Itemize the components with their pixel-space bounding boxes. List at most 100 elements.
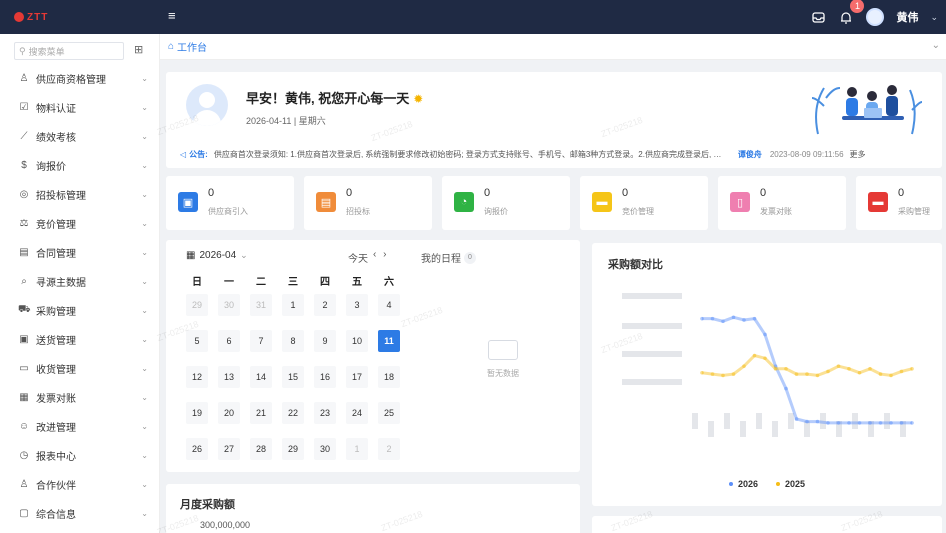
- data-point[interactable]: [857, 370, 862, 375]
- menu-icon[interactable]: ≡: [168, 9, 182, 23]
- calendar-day[interactable]: 25: [378, 402, 400, 424]
- calendar-day[interactable]: 7: [250, 330, 272, 352]
- calendar-day[interactable]: 17: [346, 366, 368, 388]
- sidebar-item[interactable]: ▣ 送货管理 ⌄: [0, 325, 160, 354]
- calendar-day[interactable]: 2: [314, 294, 336, 316]
- calendar-day[interactable]: 18: [378, 366, 400, 388]
- calendar-day[interactable]: 9: [314, 330, 336, 352]
- data-point[interactable]: [805, 372, 809, 376]
- data-point[interactable]: [889, 421, 893, 425]
- calendar-day[interactable]: 2: [378, 438, 400, 460]
- calendar-day[interactable]: 14: [250, 366, 272, 388]
- stat-tile[interactable]: ▯ 0 发票对账: [718, 176, 846, 230]
- data-point[interactable]: [847, 367, 851, 371]
- data-point[interactable]: [847, 421, 851, 425]
- calendar-day[interactable]: 21: [250, 402, 272, 424]
- data-point[interactable]: [794, 372, 799, 376]
- stat-tile[interactable]: ▤ 0 招投标: [304, 176, 432, 230]
- my-schedule[interactable]: 我的日程 0: [421, 250, 476, 265]
- calendar-day[interactable]: 6: [218, 330, 240, 352]
- tab-workbench[interactable]: ⌂ 工作台: [168, 39, 207, 54]
- calendar-day[interactable]: 26: [186, 438, 208, 460]
- data-point[interactable]: [889, 373, 893, 378]
- calendar-day[interactable]: 3: [346, 294, 368, 316]
- data-point[interactable]: [731, 315, 736, 320]
- stat-tile[interactable]: ▬ 0 竞价管理: [580, 176, 708, 230]
- calendar-day[interactable]: 1: [346, 438, 368, 460]
- today-button[interactable]: 今天: [348, 250, 368, 265]
- notice-text[interactable]: 供应商首次登录须知: 1.供应商首次登录后, 系统强制要求修改初始密码; 登录方…: [214, 149, 726, 160]
- grid-icon[interactable]: ⊞: [134, 43, 143, 56]
- sidebar-item[interactable]: ♙ 供应商资格管理 ⌄: [0, 64, 160, 93]
- sidebar-item[interactable]: ⛟ 采购管理 ⌄: [0, 296, 160, 325]
- legend-item[interactable]: 2025: [776, 479, 805, 489]
- search-input[interactable]: ⚲ 搜索菜单: [14, 42, 124, 60]
- calendar-day[interactable]: 29: [282, 438, 304, 460]
- next-month-icon[interactable]: ›: [383, 249, 386, 260]
- calendar-day[interactable]: 30: [314, 438, 336, 460]
- data-point[interactable]: [868, 421, 872, 425]
- calendar-day[interactable]: 10: [346, 330, 368, 352]
- calendar-day[interactable]: 31: [250, 294, 272, 316]
- data-point[interactable]: [721, 373, 725, 378]
- data-point[interactable]: [742, 318, 746, 322]
- calendar-day[interactable]: 16: [314, 366, 336, 388]
- calendar-day[interactable]: 12: [186, 366, 208, 388]
- calendar-day[interactable]: 8: [282, 330, 304, 352]
- data-point[interactable]: [784, 386, 788, 391]
- calendar-day[interactable]: 15: [282, 366, 304, 388]
- data-point[interactable]: [878, 372, 883, 376]
- chevron-down-icon[interactable]: ⌄: [930, 12, 938, 23]
- calendar-day[interactable]: 4: [378, 294, 400, 316]
- stat-tile[interactable]: ◔ 0 询报价: [442, 176, 570, 230]
- data-point[interactable]: [752, 316, 757, 321]
- data-point[interactable]: [794, 417, 799, 421]
- data-point[interactable]: [700, 370, 704, 375]
- sidebar-item[interactable]: ☺ 改进管理 ⌄: [0, 412, 160, 441]
- data-point[interactable]: [805, 419, 809, 424]
- data-point[interactable]: [773, 367, 778, 371]
- data-point[interactable]: [710, 316, 715, 321]
- data-point[interactable]: [710, 372, 715, 376]
- data-point[interactable]: [721, 319, 725, 324]
- data-point[interactable]: [784, 367, 788, 371]
- calendar-day[interactable]: 24: [346, 402, 368, 424]
- message-box-icon[interactable]: [810, 9, 826, 25]
- data-point[interactable]: [899, 421, 904, 425]
- data-point[interactable]: [815, 419, 820, 424]
- month-picker[interactable]: ▦ 2026-04 ⌄: [186, 250, 248, 261]
- data-point[interactable]: [763, 332, 767, 337]
- prev-month-icon[interactable]: ‹: [373, 249, 376, 260]
- sidebar-item[interactable]: ♙ 合作伙伴 ⌄: [0, 470, 160, 499]
- calendar-day[interactable]: 23: [314, 402, 336, 424]
- calendar-day[interactable]: 29: [186, 294, 208, 316]
- data-point[interactable]: [742, 364, 746, 368]
- avatar[interactable]: [866, 8, 885, 26]
- calendar-day[interactable]: 5: [186, 330, 208, 352]
- sidebar-item[interactable]: $ 询报价 ⌄: [0, 151, 160, 180]
- data-point[interactable]: [910, 421, 914, 425]
- data-point[interactable]: [910, 367, 914, 371]
- calendar-day[interactable]: 22: [282, 402, 304, 424]
- sidebar-item[interactable]: ☑ 物料认证 ⌄: [0, 93, 160, 122]
- data-point[interactable]: [752, 353, 757, 358]
- data-point[interactable]: [868, 367, 872, 371]
- sidebar-item[interactable]: ⟋ 绩效考核 ⌄: [0, 122, 160, 151]
- data-point[interactable]: [836, 364, 841, 368]
- data-point[interactable]: [899, 369, 904, 374]
- sidebar-item[interactable]: ◷ 报表中心 ⌄: [0, 441, 160, 470]
- notice-bar[interactable]: ◁ 公告: 供应商首次登录须知: 1.供应商首次登录后, 系统强制要求修改初始密…: [166, 144, 942, 164]
- stat-tile[interactable]: ▬ 0 采购管理: [856, 176, 942, 230]
- sidebar-item[interactable]: ▭ 收货管理 ⌄: [0, 354, 160, 383]
- calendar-day[interactable]: 28: [250, 438, 272, 460]
- calendar-day[interactable]: 13: [218, 366, 240, 388]
- logo[interactable]: ZTT: [14, 9, 58, 25]
- sidebar-item[interactable]: ◎ 招投标管理 ⌄: [0, 180, 160, 209]
- calendar-day[interactable]: 20: [218, 402, 240, 424]
- data-point[interactable]: [763, 356, 767, 361]
- sidebar-item[interactable]: ▢ 综合信息 ⌄: [0, 499, 160, 528]
- calendar-day-today[interactable]: 11: [378, 330, 400, 352]
- sidebar-item[interactable]: ▦ 发票对账 ⌄: [0, 383, 160, 412]
- sidebar-item[interactable]: ⚖ 竞价管理 ⌄: [0, 209, 160, 238]
- data-point[interactable]: [878, 421, 883, 425]
